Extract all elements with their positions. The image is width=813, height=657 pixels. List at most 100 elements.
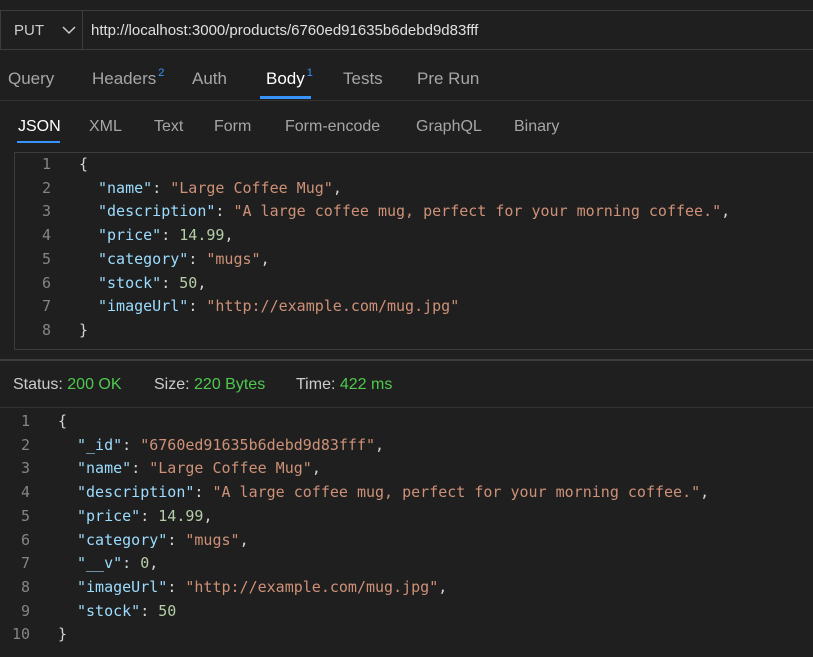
json-key: "description" [77, 483, 195, 502]
code-line: "category": "mugs", [98, 250, 270, 268]
time-value: 422 ms [339, 376, 393, 393]
json-punct: { [79, 155, 89, 173]
json-punct: , [149, 554, 159, 573]
json-key: "price" [98, 226, 162, 245]
code-line: "__v": 0, [77, 554, 158, 572]
tab-label: Body [266, 69, 305, 88]
code-line: } [79, 321, 88, 339]
code-line: "name": "Large Coffee Mug", [98, 179, 342, 197]
active-tab-indicator [260, 96, 311, 99]
json-key: "description" [98, 202, 216, 221]
json-punct: : [152, 178, 171, 197]
body-tab-form-encode[interactable]: Form-encode [285, 118, 380, 136]
json-string: "A large coffee mug, perfect for your mo… [212, 483, 701, 502]
json-punct: } [58, 625, 68, 644]
json-key: "__v" [77, 554, 123, 573]
line-number: 8 [20, 577, 30, 596]
tab-label: Tests [343, 69, 383, 88]
body-tab-text[interactable]: Text [154, 118, 183, 136]
tab-headers[interactable]: Headers 2 [92, 67, 165, 89]
json-punct: : [167, 530, 186, 549]
code-line: "description": "A large coffee mug, perf… [98, 202, 730, 220]
json-punct: : [122, 554, 141, 573]
line-number: 6 [20, 530, 30, 549]
json-string: "mugs" [206, 249, 261, 268]
method-select[interactable]: PUT [0, 10, 82, 50]
url-bar: PUT http://localhost:3000/products/6760e… [0, 10, 813, 51]
tab-body[interactable]: Body 1 [266, 67, 313, 89]
line-number: 10 [11, 625, 30, 644]
json-punct: : [188, 249, 207, 268]
tab-label: Headers [92, 69, 157, 88]
json-punct: , [375, 435, 385, 454]
json-string: "http://example.com/mug.jpg" [206, 297, 460, 316]
body-tab-graphql[interactable]: GraphQL [416, 118, 482, 136]
json-punct: : [215, 202, 234, 221]
request-body-editor[interactable]: 1 {2 "name": "Large Coffee Mug", 3 "descript… [14, 152, 813, 350]
tab-label: Auth [192, 69, 227, 88]
url-text: http://localhost:3000/products/6760ed916… [91, 22, 479, 39]
response-body-viewer[interactable]: 1 {2 "_id": "6760ed91635b6debd9d83fff", 3 "n… [0, 410, 813, 657]
size-value: 220 Bytes [194, 376, 266, 393]
panel-divider[interactable] [0, 359, 813, 361]
json-punct: , [438, 577, 448, 596]
line-number: 2 [41, 178, 51, 197]
json-punct: , [224, 226, 234, 245]
tab-auth[interactable]: Auth [192, 69, 227, 89]
json-key: "name" [98, 178, 153, 197]
status-field: Status: 200 OK [13, 376, 122, 394]
line-number: 5 [41, 249, 51, 268]
json-punct: , [332, 178, 342, 197]
json-punct: : [161, 226, 180, 245]
tab-query[interactable]: Query [8, 69, 54, 89]
json-punct: , [721, 202, 731, 221]
tab-pre-run[interactable]: Pre Run [417, 69, 479, 89]
tab-badge: 2 [158, 67, 165, 79]
body-tab-binary[interactable]: Binary [514, 118, 559, 136]
json-number: 50 [158, 601, 177, 620]
time-field: Time: 422 ms [296, 376, 392, 394]
code-line: "name": "Large Coffee Mug", [77, 459, 321, 477]
code-line: "description": "A large coffee mug, perf… [77, 483, 709, 501]
response-divider [0, 407, 813, 408]
method-label: PUT [14, 22, 44, 39]
tab-label: Query [8, 69, 55, 88]
json-key: "name" [77, 459, 132, 478]
line-number: 5 [20, 506, 30, 525]
json-key: "stock" [77, 601, 141, 620]
tab-tests[interactable]: Tests [343, 69, 383, 89]
json-punct: , [203, 506, 213, 525]
json-punct: { [58, 412, 68, 430]
json-punct: : [122, 435, 141, 454]
status-value: 200 OK [67, 376, 122, 393]
line-number: 9 [20, 601, 30, 620]
code-line: } [58, 625, 67, 643]
json-punct: : [161, 273, 180, 292]
body-tab-json[interactable]: JSON [18, 118, 61, 136]
time-label: Time: [296, 376, 336, 393]
response-status-bar: Status: 200 OK Size: 220 Bytes Time: 422… [0, 376, 813, 398]
json-punct: , [197, 273, 207, 292]
code-line: "stock": 50, [98, 274, 206, 292]
line-number: 3 [41, 202, 51, 221]
code-line: "imageUrl": "http://example.com/mug.jpg" [98, 297, 459, 315]
size-field: Size: 220 Bytes [154, 376, 265, 394]
json-punct: , [700, 483, 710, 502]
url-input[interactable]: http://localhost:3000/products/6760ed916… [82, 10, 813, 50]
body-tab-form[interactable]: Form [214, 118, 251, 136]
tab-badge: 1 [306, 67, 313, 79]
body-type-tabs: JSON XML Text Form Form-encode GraphQL B… [0, 108, 813, 148]
json-number: 14.99 [158, 506, 204, 525]
json-string: "6760ed91635b6debd9d83fff" [140, 435, 376, 454]
json-key: "price" [77, 506, 141, 525]
json-key: "imageUrl" [77, 577, 168, 596]
json-punct: , [239, 530, 249, 549]
json-punct: : [131, 459, 150, 478]
json-string: "A large coffee mug, perfect for your mo… [233, 202, 722, 221]
line-number: 7 [41, 297, 51, 316]
line-number: 2 [20, 435, 30, 454]
body-tab-xml[interactable]: XML [89, 118, 122, 136]
code-line: "price": 14.99, [98, 226, 233, 244]
json-string: "mugs" [185, 530, 240, 549]
tab-label: Pre Run [417, 69, 480, 88]
